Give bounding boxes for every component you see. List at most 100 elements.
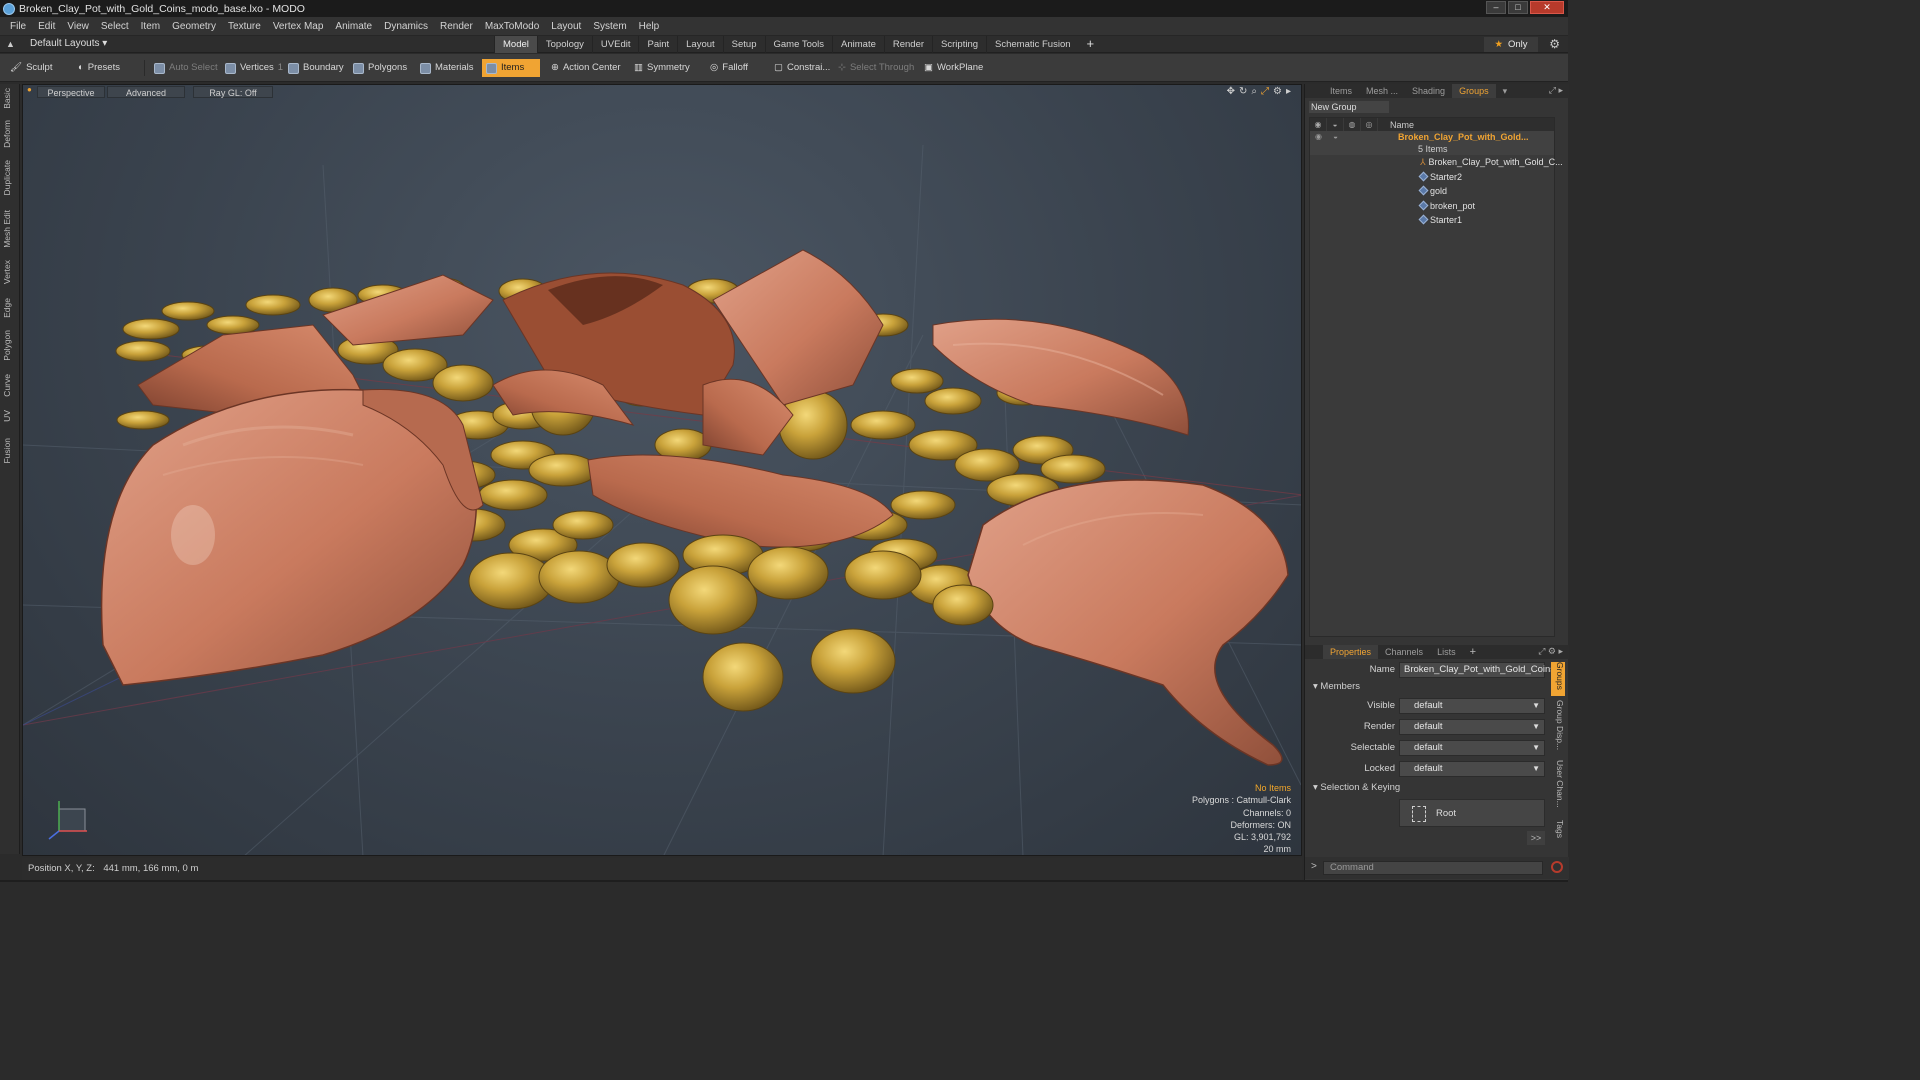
panel-expand-icon[interactable]: ⤢ ▸ (1549, 85, 1563, 96)
add-properties-tab[interactable]: + (1463, 645, 1483, 659)
tab-mesh[interactable]: Mesh ... (1359, 84, 1405, 98)
vtab-basic[interactable]: Basic (2, 88, 18, 109)
eye-icon[interactable]: ◉ (1310, 131, 1327, 143)
menu-system[interactable]: System (587, 17, 632, 36)
list-item[interactable]: ⅄ Broken_Clay_Pot_with_Gold_C... (1310, 155, 1563, 170)
vtab-duplicate[interactable]: Duplicate (2, 160, 18, 195)
render-icon[interactable]: ◒ (1327, 131, 1344, 143)
tab-groups[interactable]: Groups (1452, 84, 1496, 98)
record-icon[interactable] (1551, 861, 1563, 873)
more-button[interactable]: >> (1527, 831, 1545, 845)
properties-expand-icon[interactable]: ⤢ ⚙ ▸ (1538, 646, 1563, 657)
tab-paint[interactable]: Paint (638, 36, 677, 53)
tab-layout[interactable]: Layout (677, 36, 723, 53)
visible-dropdown[interactable]: default ▼ (1399, 698, 1545, 714)
side-tab-group-display[interactable]: Group Disp... (1551, 700, 1565, 756)
menu-maxtomodo[interactable]: MaxToModo (479, 17, 545, 36)
sculpt-button[interactable]: 🖌 Sculpt (6, 59, 56, 77)
minimize-button[interactable]: – (1486, 1, 1506, 14)
tab-model[interactable]: Model (494, 36, 537, 53)
menu-help[interactable]: Help (633, 17, 666, 36)
vtab-mesh-edit[interactable]: Mesh Edit (2, 210, 18, 248)
root-button[interactable]: Root (1399, 799, 1545, 827)
tab-scripting[interactable]: Scripting (932, 36, 986, 53)
select-column-icon[interactable]: ◎ (1361, 118, 1378, 131)
group-row[interactable]: ◉ ◒ Broken_Clay_Pot_with_Gold... (1310, 131, 1554, 143)
tab-items[interactable]: Items (1323, 84, 1359, 98)
list-item[interactable]: gold (1310, 184, 1554, 199)
materials-button[interactable]: Materials (416, 59, 478, 77)
maximize-button[interactable]: □ (1508, 1, 1528, 14)
members-section[interactable]: ▾ Members (1313, 681, 1360, 692)
vtab-vertex[interactable]: Vertex (2, 260, 18, 284)
menu-file[interactable]: File (4, 17, 32, 36)
tab-schematic-fusion[interactable]: Schematic Fusion (986, 36, 1079, 53)
layout-dropdown[interactable]: Default Layouts ▾ (30, 38, 107, 49)
shading-dropdown[interactable]: Advanced (107, 86, 185, 98)
tab-uvedit[interactable]: UVEdit (591, 36, 639, 53)
move-view-icon[interactable]: ✥ (1227, 86, 1235, 97)
vtab-fusion[interactable]: Fusion (2, 438, 18, 464)
menu-edit[interactable]: Edit (32, 17, 61, 36)
tab-topology[interactable]: Topology (536, 36, 592, 53)
fit-view-icon[interactable]: ⤢ (1261, 86, 1269, 97)
add-tab-button[interactable]: + (1079, 36, 1103, 53)
command-input[interactable]: Command (1323, 861, 1543, 875)
items-button[interactable]: Items (482, 59, 540, 77)
tab-render[interactable]: Render (883, 36, 932, 53)
selectable-dropdown[interactable]: default ▼ (1399, 740, 1545, 756)
tab-game-tools[interactable]: Game Tools (764, 36, 833, 53)
lock-column-icon[interactable]: ◍ (1344, 118, 1361, 131)
presets-button[interactable]: ◐ Presets (74, 59, 124, 77)
side-tab-tags[interactable]: Tags (1551, 820, 1565, 844)
raygl-dropdown[interactable]: Ray GL: Off (193, 86, 273, 98)
falloff-button[interactable]: ◎ Falloff (706, 59, 752, 77)
3d-viewport[interactable]: ● Perspective Advanced Ray GL: Off ✥ ↻ ⌕… (22, 84, 1302, 856)
viewport-settings-icon[interactable]: ⚙ (1273, 86, 1282, 97)
constraints-button[interactable]: ▢ Constrai... (770, 59, 834, 77)
menu-layout[interactable]: Layout (545, 17, 587, 36)
vtab-polygon[interactable]: Polygon (2, 330, 18, 361)
tab-channels[interactable]: Channels (1378, 645, 1430, 659)
menu-view[interactable]: View (61, 17, 95, 36)
layout-collapse-icon[interactable]: ▲ (6, 39, 15, 49)
render-column-icon[interactable]: ◒ (1327, 118, 1344, 131)
vtab-edge[interactable]: Edge (2, 298, 18, 318)
tab-shading[interactable]: Shading (1405, 84, 1452, 98)
menu-dynamics[interactable]: Dynamics (378, 17, 434, 36)
tabs-dropdown-icon[interactable]: ▾ (1496, 84, 1515, 98)
symmetry-button[interactable]: ▥ Symmetry (630, 59, 694, 77)
new-group-button[interactable]: New Group (1309, 101, 1389, 113)
render-dropdown[interactable]: default ▼ (1399, 719, 1545, 735)
menu-texture[interactable]: Texture (222, 17, 267, 36)
side-tab-groups[interactable]: Groups (1551, 662, 1565, 696)
workplane-button[interactable]: ▣ WorkPlane (920, 59, 987, 77)
vtab-uv[interactable]: UV (2, 410, 18, 422)
viewport-expand-icon[interactable]: ▸ (1286, 86, 1291, 97)
view-mode-dropdown[interactable]: Perspective (37, 86, 105, 98)
tab-setup[interactable]: Setup (722, 36, 765, 53)
menu-geometry[interactable]: Geometry (166, 17, 222, 36)
action-center-button[interactable]: ⊕ Action Center (547, 59, 625, 77)
list-item[interactable]: Starter1 (1310, 213, 1554, 228)
tab-properties[interactable]: Properties (1323, 645, 1379, 659)
list-item[interactable]: broken_pot (1310, 199, 1554, 214)
menu-select[interactable]: Select (95, 17, 135, 36)
menu-animate[interactable]: Animate (329, 17, 378, 36)
menu-render[interactable]: Render (434, 17, 479, 36)
viewport-menu-icon[interactable]: ● (27, 85, 32, 94)
auto-select-button[interactable]: Auto Select (150, 59, 222, 77)
gear-icon[interactable]: ⚙ (1549, 37, 1560, 51)
tab-animate[interactable]: Animate (832, 36, 884, 53)
locked-dropdown[interactable]: default ▼ (1399, 761, 1545, 777)
selection-keying-section[interactable]: ▾ Selection & Keying (1313, 782, 1400, 793)
tab-lists[interactable]: Lists (1430, 645, 1463, 659)
close-button[interactable]: ✕ (1530, 1, 1564, 14)
vertices-button[interactable]: Vertices 1 (221, 59, 287, 77)
polygons-button[interactable]: Polygons (349, 59, 411, 77)
menu-item[interactable]: Item (135, 17, 166, 36)
menu-vertex-map[interactable]: Vertex Map (267, 17, 330, 36)
name-field[interactable]: Broken_Clay_Pot_with_Gold_Coins (1399, 662, 1555, 678)
visibility-column-icon[interactable]: ◉ (1310, 118, 1327, 131)
list-item[interactable]: Starter2 (1310, 170, 1554, 185)
